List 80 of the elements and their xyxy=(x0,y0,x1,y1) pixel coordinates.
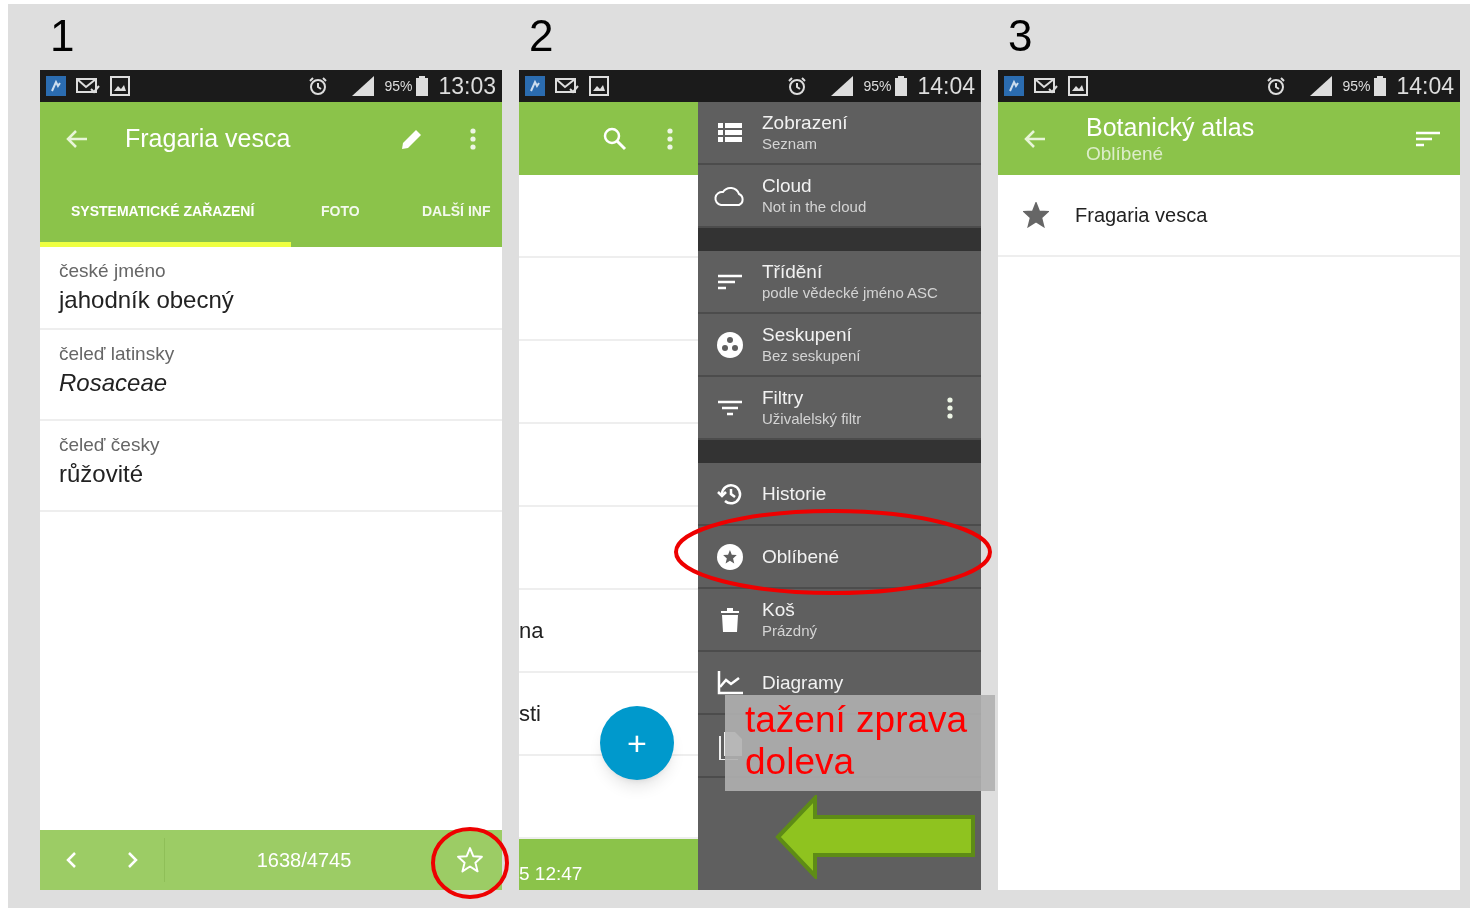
history-icon xyxy=(717,481,743,506)
app-notification-icon xyxy=(1004,76,1024,96)
envelope-icon xyxy=(1034,77,1058,95)
field-value: jahodník obecný xyxy=(59,285,235,315)
date-time-text: 5 12:47 xyxy=(519,861,583,886)
field-value: růžovité xyxy=(59,459,145,489)
signal-icon xyxy=(831,76,854,96)
field-label: české jméno xyxy=(59,259,167,283)
field-label: čeleď latinsky xyxy=(59,342,176,366)
chart-icon xyxy=(717,670,743,695)
star-circle-icon xyxy=(717,543,743,570)
drawer-item-title: Diagramy xyxy=(762,671,845,694)
alarm-clock-icon xyxy=(308,76,329,96)
battery-percent: 95% xyxy=(384,76,413,96)
toolbar-title: Botanický atlas xyxy=(1086,111,1255,142)
star-icon[interactable] xyxy=(457,847,483,873)
drawer-item[interactable]: Koš Prázdný xyxy=(698,589,981,652)
image-icon xyxy=(110,76,130,96)
drawer-item-title: Třídění xyxy=(762,260,824,283)
alarm-clock-icon xyxy=(787,76,808,96)
back-arrow-icon[interactable] xyxy=(66,128,88,149)
chevron-right-icon[interactable] xyxy=(127,851,139,869)
battery-icon xyxy=(895,76,908,96)
sort-icon xyxy=(718,273,742,290)
drawer-item-subtitle: Seznam xyxy=(762,134,819,154)
drawer-item[interactable]: Seskupení Bez seskupení xyxy=(698,314,981,377)
toolbar-subtitle: Oblíbené xyxy=(1086,141,1165,166)
signal-icon xyxy=(1310,76,1333,96)
clock-time: 14:04 xyxy=(1396,71,1454,101)
drawer-item-title: Koš xyxy=(762,598,796,621)
sort-icon[interactable] xyxy=(1416,130,1440,147)
drawer-item-title: Filtry xyxy=(762,386,805,409)
clock-time: 13:03 xyxy=(438,71,496,101)
app-notification-icon xyxy=(46,76,66,96)
battery-icon xyxy=(416,76,429,96)
envelope-icon xyxy=(555,77,579,95)
favorite-name: Fragaria vesca xyxy=(1075,203,1208,228)
drawer-item-subtitle: Bez seskupení xyxy=(762,346,862,366)
envelope-icon xyxy=(76,77,100,95)
trash-icon xyxy=(721,607,739,632)
drawer-item-subtitle: podle vědecké jméno ASC xyxy=(762,283,939,303)
step-number: 3 xyxy=(1007,10,1034,62)
list-icon xyxy=(718,122,742,143)
step-number: 1 xyxy=(49,10,76,62)
drawer-item-subtitle: Prázdný xyxy=(762,621,819,641)
list-item-text: na xyxy=(519,617,544,645)
battery-percent: 95% xyxy=(863,76,892,96)
more-options-icon[interactable] xyxy=(947,396,953,419)
group-icon xyxy=(717,331,743,358)
drawer-item-subtitle: Uživalelský filtr xyxy=(762,409,863,429)
search-icon[interactable] xyxy=(603,126,627,151)
drawer-item[interactable]: Historie xyxy=(698,463,981,526)
drawer-item[interactable]: Zobrazení Seznam xyxy=(698,102,981,165)
drawer-item-subtitle: Not in the cloud xyxy=(762,197,868,217)
filter-icon xyxy=(718,399,742,416)
field-label: čeleď česky xyxy=(59,433,161,457)
list-item-text: sti xyxy=(519,700,541,728)
battery-percent: 95% xyxy=(1342,76,1371,96)
add-button[interactable]: + xyxy=(600,706,674,780)
toolbar-title: Fragaria vesca xyxy=(125,122,291,154)
back-arrow-icon[interactable] xyxy=(1024,128,1046,149)
image-icon xyxy=(1068,76,1088,96)
battery-icon xyxy=(1374,76,1387,96)
step-number: 2 xyxy=(528,10,555,62)
app-notification-icon xyxy=(525,76,545,96)
record-counter: 1638/4745 xyxy=(255,848,353,873)
drawer-item-title: Cloud xyxy=(762,174,813,197)
alarm-clock-icon xyxy=(1266,76,1287,96)
cloud-icon xyxy=(714,184,746,207)
drawer-item-title: Historie xyxy=(762,482,828,505)
chevron-left-icon[interactable] xyxy=(65,851,77,869)
field-value: Rosaceae xyxy=(59,368,169,398)
drawer-item-title: Oblíbené xyxy=(762,545,841,568)
drawer-item[interactable]: Třídění podle vědecké jméno ASC xyxy=(698,251,981,314)
favorite-row[interactable]: Fragaria vesca xyxy=(998,175,1460,257)
signal-icon xyxy=(352,76,375,96)
drawer-item-title: Seskupení xyxy=(762,323,853,346)
image-icon xyxy=(589,76,609,96)
clock-time: 14:04 xyxy=(917,71,975,101)
drawer-item-title: Zobrazení xyxy=(762,111,849,134)
